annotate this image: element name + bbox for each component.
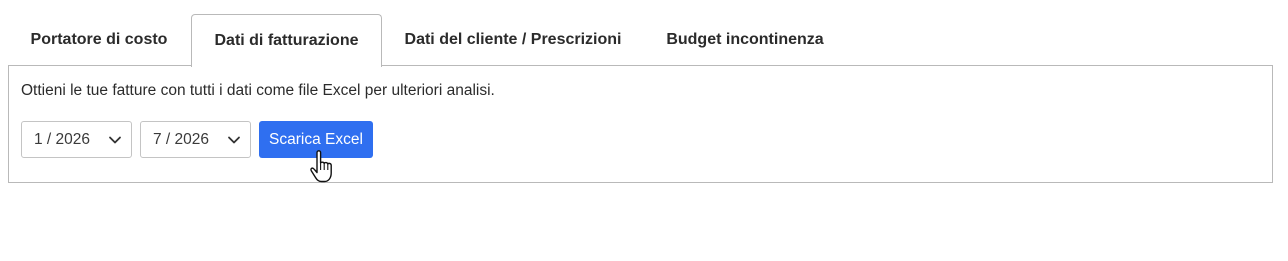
tab-label: Dati del cliente / Prescrizioni: [404, 30, 622, 48]
tab-label: Dati di fatturazione: [214, 32, 359, 49]
tab-portatore-di-costo[interactable]: Portatore di costo: [8, 14, 190, 65]
tab-dati-di-fatturazione[interactable]: Dati di fatturazione: [191, 14, 382, 67]
tab-dati-del-cliente[interactable]: Dati del cliente / Prescrizioni: [382, 14, 644, 65]
to-month-select[interactable]: 7 / 2026: [140, 121, 251, 158]
to-month-value: 7 / 2026: [153, 130, 210, 148]
download-excel-label: Scarica Excel: [269, 130, 363, 148]
tab-budget-incontinenza[interactable]: Budget incontinenza: [644, 14, 846, 65]
panel-description: Ottieni le tue fatture con tutti i dati …: [21, 82, 495, 99]
tab-label: Portatore di costo: [30, 30, 168, 48]
tab-bar: Portatore di costo Dati di fatturazione …: [8, 14, 1273, 67]
chevron-down-icon: [228, 136, 240, 144]
chevron-down-icon: [109, 136, 121, 144]
hand-pointer-icon: [310, 150, 332, 183]
billing-data-panel: Ottieni le tue fatture con tutti i dati …: [8, 65, 1273, 183]
from-month-select[interactable]: 1 / 2026: [21, 121, 132, 158]
from-month-value: 1 / 2026: [34, 130, 91, 148]
tab-label: Budget incontinenza: [666, 30, 824, 48]
